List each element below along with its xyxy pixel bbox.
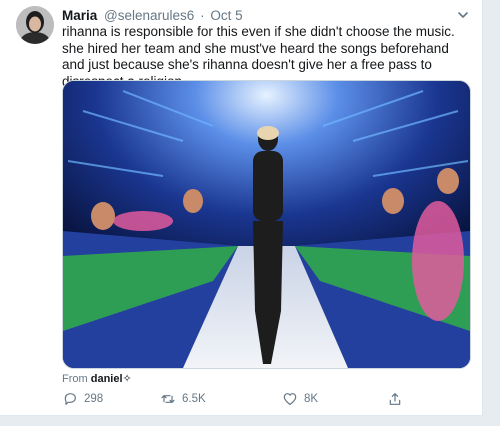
reply-count: 298 xyxy=(84,393,104,405)
header-separator: · xyxy=(200,8,205,23)
share-icon xyxy=(389,393,401,405)
like-button[interactable]: 8K xyxy=(282,391,318,407)
retweet-count: 6.5K xyxy=(182,393,206,405)
tweet-actions: 298 6.5K 8K xyxy=(62,391,472,411)
retweet-icon xyxy=(161,395,175,403)
share-button[interactable] xyxy=(387,391,409,407)
tweet-media[interactable] xyxy=(62,80,471,369)
reply-icon xyxy=(64,393,76,405)
tweet-card[interactable]: Maria @selenarules6 · Oct 5 rihanna is r… xyxy=(0,0,483,416)
reply-button[interactable]: 298 xyxy=(62,391,103,407)
stage-performance-image xyxy=(63,81,470,368)
tweet-header: Maria @selenarules6 · Oct 5 xyxy=(62,7,243,25)
retweet-button[interactable]: 6.5K xyxy=(160,391,206,407)
tweet-date[interactable]: Oct 5 xyxy=(210,8,242,23)
media-source-prefix: From xyxy=(62,373,88,385)
author-name[interactable]: Maria xyxy=(62,8,97,23)
avatar-image xyxy=(16,6,54,44)
media-source-link[interactable]: daniel✧ xyxy=(91,373,132,385)
caret-down-icon[interactable] xyxy=(456,8,470,22)
author-handle[interactable]: @selenarules6 xyxy=(104,8,194,23)
like-count: 8K xyxy=(304,393,319,405)
avatar[interactable] xyxy=(16,6,54,44)
like-icon xyxy=(283,393,297,405)
media-source: From daniel✧ xyxy=(62,372,132,385)
